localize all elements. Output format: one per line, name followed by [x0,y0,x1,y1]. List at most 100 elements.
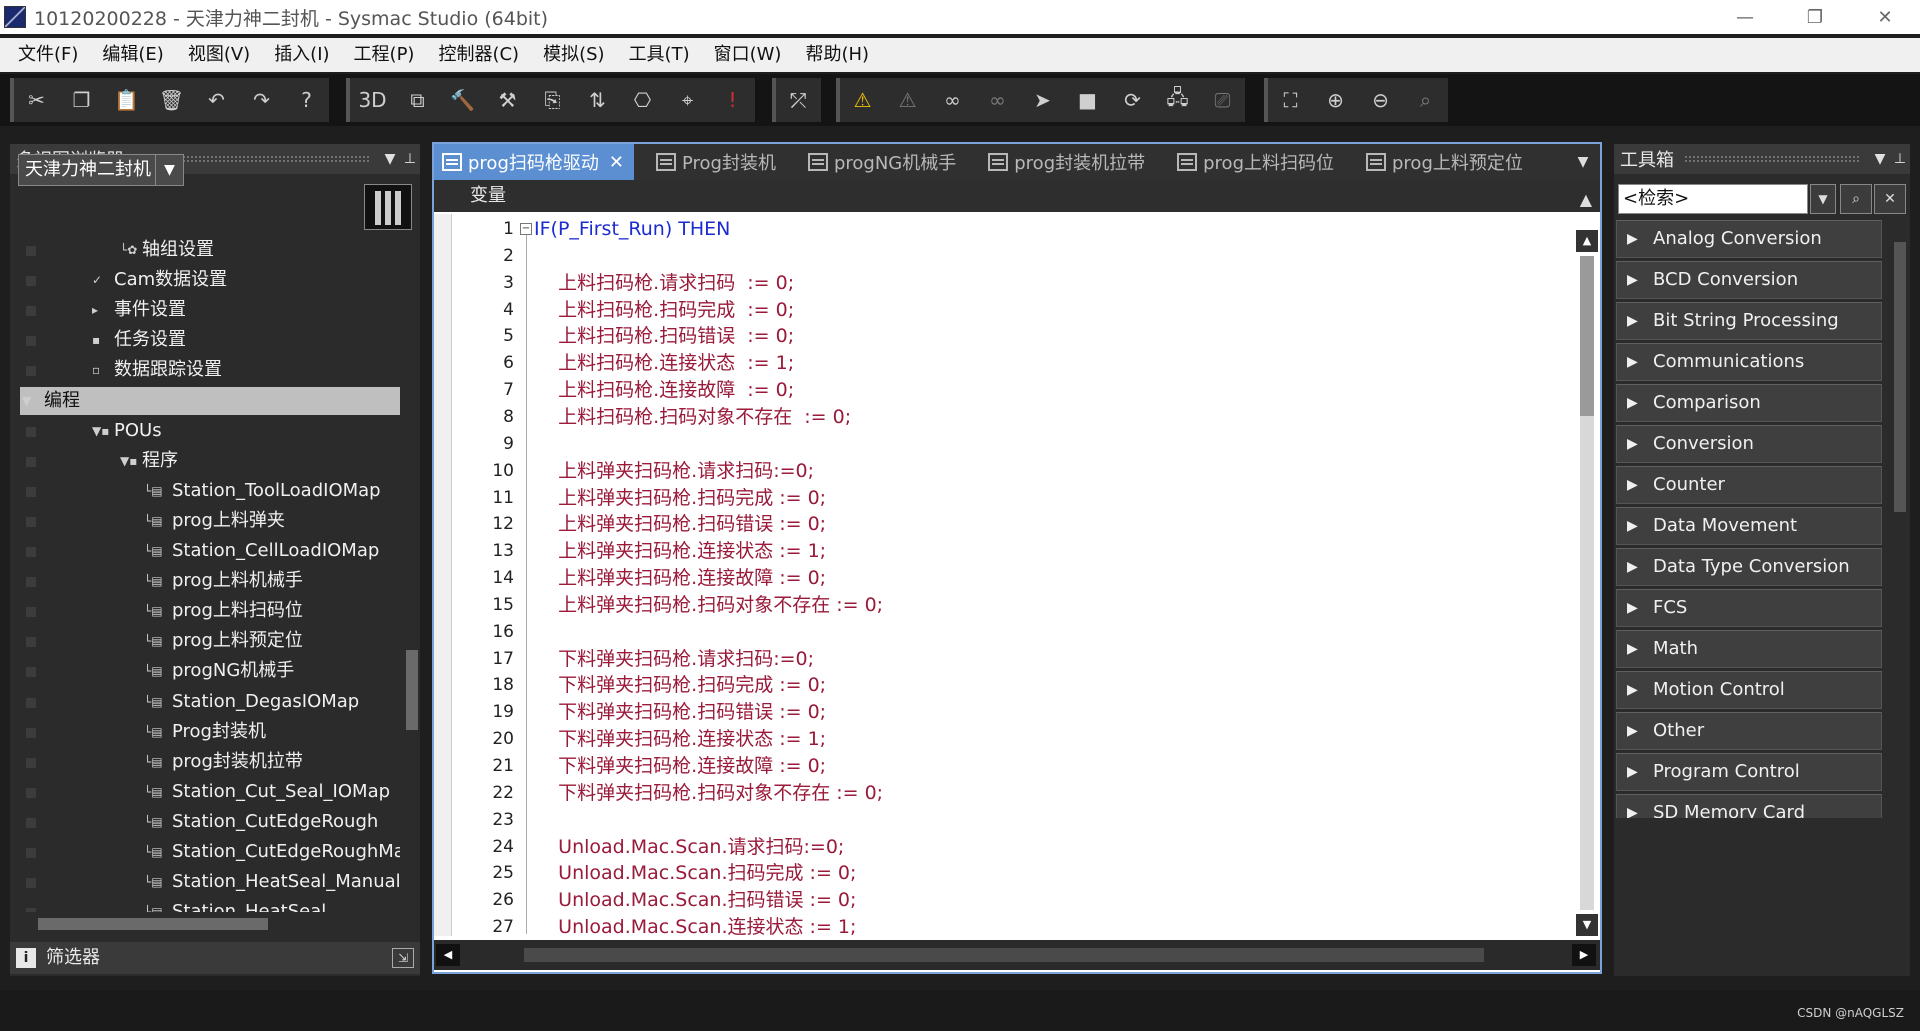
dropdown-arrow-icon[interactable]: ▼ [1870,151,1890,167]
help-icon[interactable]: ? [284,78,329,122]
toolbox-category[interactable]: ▶ Other [1616,712,1882,750]
watch-off-icon[interactable]: ∞ [975,78,1020,122]
refresh-icon[interactable]: ⟳ [1110,78,1155,122]
toolbox-category[interactable]: ▶ BCD Conversion [1616,261,1882,299]
tree-item[interactable]: └▤ Station_CutEdgeRough [10,808,400,836]
tree-item[interactable]: └▤ prog上料预定位 [10,627,400,655]
rebuild-icon[interactable]: ⚒ [485,78,530,122]
scroll-left-icon[interactable]: ◀ [436,944,460,966]
menu-item[interactable]: 文件(F) [6,38,90,72]
tree-item[interactable]: └▤ Station_ToolLoadIOMap [10,477,400,505]
tree-item[interactable]: └▤ Station_CutEdgeRoughManual [10,838,400,866]
scroll-up-icon[interactable]: ▲ [1576,230,1598,252]
tab-overflow-icon[interactable]: ▼ [1566,144,1600,180]
toolbox-scrollbar[interactable] [1890,218,1908,818]
tree-item[interactable]: └▤ Station_DegasIOMap [10,688,400,716]
pin-icon[interactable]: ⊥ [400,151,420,167]
menu-item[interactable]: 窗口(W) [702,38,794,72]
filter-bar[interactable]: i 筛选器 ⇲ [10,942,420,974]
tree-item[interactable]: └▤ Station_Cut_Seal_IOMap [10,778,400,806]
editor-tab[interactable]: prog扫码枪驱动 ✕ [434,144,634,180]
paste-icon[interactable]: 📋 [104,78,149,122]
code-horizontal-scrollbar[interactable]: ◀ ▶ [434,940,1600,970]
delete-icon[interactable]: 🗑 [149,78,194,122]
close-button[interactable]: ✕ [1850,0,1920,34]
scroll-right-icon[interactable]: ▶ [1572,944,1596,966]
offline-icon[interactable]: ⎚ [1200,78,1245,122]
editor-tab[interactable]: prog上料预定位 [1358,144,1533,180]
menu-item[interactable]: 视图(V) [176,38,262,72]
toolbox-category[interactable]: ▶ FCS [1616,589,1882,627]
clear-icon[interactable]: ✕ [1874,184,1906,214]
tree-item[interactable]: └▤ Station_HeatSeal_Manual [10,868,400,896]
toolbox-category[interactable]: ▶ Program Control [1616,753,1882,791]
watch-icon[interactable]: ∞ [930,78,975,122]
redo-icon[interactable]: ↷ [239,78,284,122]
toolbox-category[interactable]: ▶ Comparison [1616,384,1882,422]
tree-item[interactable]: ▸ 事件设置 [10,296,400,324]
error-icon[interactable]: ! [710,78,755,122]
toolbox-category[interactable]: ▶ Data Type Conversion [1616,548,1882,586]
scroll-down-icon[interactable]: ▼ [1576,914,1598,936]
toolbox-category[interactable]: ▶ SD Memory Card [1616,794,1882,818]
tree-item[interactable]: ▪ 任务设置 [10,326,400,354]
network-icon[interactable]: ⎔ [620,78,665,122]
tree-item[interactable]: ▼ 编程 [20,386,400,415]
compare-icon[interactable]: ⎘ [530,78,575,122]
tree-item[interactable]: └▤ prog封装机拉带 [10,748,400,776]
tree-item[interactable]: └✿ 轴组设置 [10,236,400,264]
layout-toggle-button[interactable] [364,184,412,230]
menu-item[interactable]: 插入(I) [262,38,341,72]
menu-item[interactable]: 帮助(H) [793,38,881,72]
search-icon[interactable]: ⌕ [1840,184,1872,214]
copy-icon[interactable]: ❐ [59,78,104,122]
3d-icon[interactable]: 3D [350,78,395,122]
tree-item[interactable]: ✓ Cam数据设置 [10,266,400,294]
editor-tab[interactable]: Prog封装机 [648,144,786,180]
tree-item[interactable]: ▼▪ POUs [10,417,400,445]
editor-tab[interactable]: progNG机械手 [800,144,966,180]
menu-item[interactable]: 工程(P) [342,38,427,72]
menu-item[interactable]: 工具(T) [617,38,702,72]
menu-item[interactable]: 控制器(C) [426,38,531,72]
fit-icon[interactable]: ⛶ [1268,78,1313,122]
step-icon[interactable]: ➤ [1020,78,1065,122]
dropdown-arrow-icon[interactable]: ▼ [380,151,400,167]
toolbox-search-input[interactable]: <检索> [1618,184,1808,214]
tree-item[interactable]: └▤ Prog封装机 [10,718,400,746]
tree-item[interactable]: └▤ progNG机械手 [10,657,400,685]
code-area[interactable]: 1− IF(P_First_Run) THEN 2 3 上料扫码枪.请求扫码 := 0… [434,214,1574,936]
warning-off-icon[interactable]: ⚠ [885,78,930,122]
tree-item[interactable]: └▤ prog上料机械手 [10,567,400,595]
tree-item[interactable]: └▤ prog上料弹夹 [10,507,400,535]
menu-item[interactable]: 编辑(E) [90,38,175,72]
undo-icon[interactable]: ↶ [194,78,239,122]
build-icon[interactable]: 🔨 [440,78,485,122]
stop-icon[interactable]: ■ [1065,78,1110,122]
toolbox-category[interactable]: ▶ Motion Control [1616,671,1882,709]
toolbox-category[interactable]: ▶ Bit String Processing [1616,302,1882,340]
device-select[interactable]: 天津力神二封机 ▼ [18,154,184,186]
restore-button[interactable]: ❐ [1780,0,1850,34]
tree-item[interactable]: ▼▪ 程序 [10,447,400,475]
toolbox-category[interactable]: ▶ Conversion [1616,425,1882,463]
explorer-horizontal-scrollbar[interactable] [14,912,414,934]
search-dropdown-icon[interactable]: ▼ [1810,184,1836,214]
zoom-in-icon[interactable]: ⊕ [1313,78,1358,122]
toolbox-category[interactable]: ▶ Counter [1616,466,1882,504]
close-icon[interactable]: ✕ [609,152,624,173]
expand-up-icon[interactable]: ▲ [1580,184,1592,216]
zoom-out-icon[interactable]: ⊖ [1358,78,1403,122]
toolbox-category[interactable]: ▶ Communications [1616,343,1882,381]
toolbox-category[interactable]: ▶ Data Movement [1616,507,1882,545]
tree-item[interactable]: └▤ prog上料扫码位 [10,597,400,625]
editor-tab[interactable]: prog上料扫码位 [1169,144,1344,180]
explorer-vertical-scrollbar[interactable] [402,230,420,930]
window-icon[interactable]: ⧉ [395,78,440,122]
transfer-icon[interactable]: ⇅ [575,78,620,122]
tree-item[interactable]: └▤ Station_CellLoadIOMap [10,537,400,565]
fold-toggle-icon[interactable]: − [520,223,532,235]
pin-icon[interactable]: ⊥ [1890,151,1910,167]
pin-icon[interactable]: ⇲ [392,948,414,968]
code-vertical-scrollbar[interactable]: ▲ ▼ [1576,230,1598,936]
